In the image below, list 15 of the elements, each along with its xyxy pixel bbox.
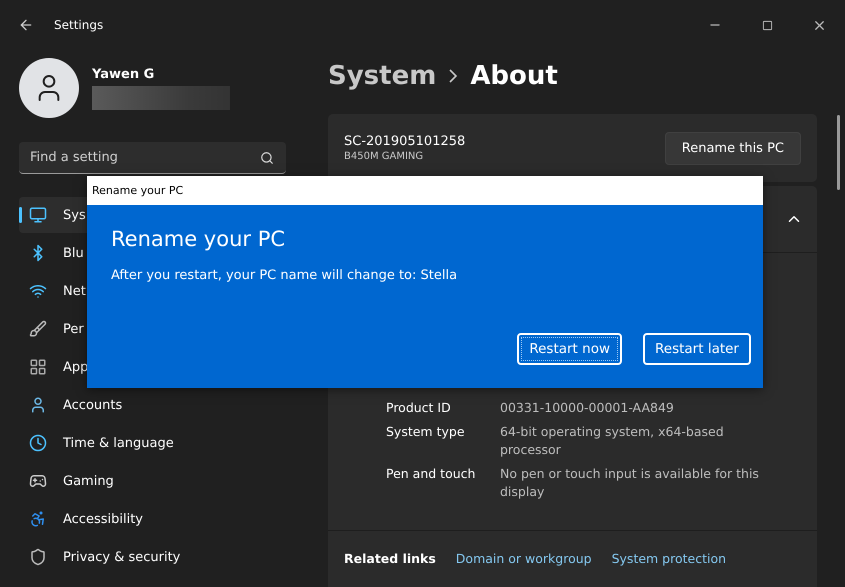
spec-value: No pen or touch input is available for this display <box>500 465 760 501</box>
device-name: SC-201905101258 <box>344 134 466 149</box>
spec-label: Pen and touch <box>386 465 476 483</box>
related-links-label: Related links <box>344 550 436 566</box>
dialog-message: After you restart, your PC name will change to: Stella <box>111 268 458 283</box>
window-title: Settings <box>54 18 104 32</box>
user-name: Yawen G <box>92 66 156 82</box>
spec-value: 00331-10000-00001-AA849 <box>500 399 675 417</box>
spec-label: Product ID <box>386 399 452 417</box>
dialog-heading: Rename your PC <box>111 227 286 251</box>
spec-value: 64-bit operating system, x64-based processor <box>500 423 725 459</box>
spec-label: System type <box>386 423 466 441</box>
dialog-title: Rename your PC <box>92 184 184 197</box>
device-model: B450M GAMING <box>344 151 424 162</box>
page-title: About <box>470 61 558 91</box>
